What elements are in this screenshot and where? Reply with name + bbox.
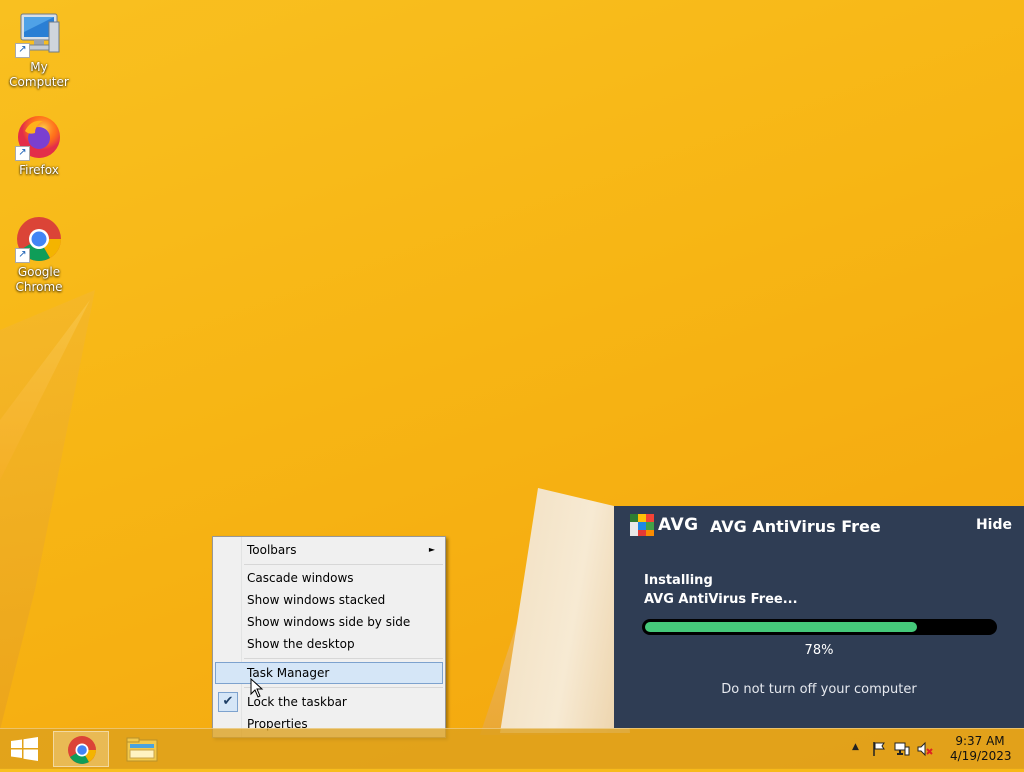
menu-item-label: Cascade windows (247, 571, 354, 585)
desktop-icon-label: Firefox (19, 163, 59, 177)
taskbar-chrome-button[interactable] (53, 731, 109, 767)
avg-logo-text: AVG (658, 515, 699, 535)
system-tray: ▲ 9:37 AM 4/19/2023 (844, 729, 1024, 769)
start-button[interactable] (0, 731, 56, 767)
chrome-icon: ↗ (15, 215, 63, 263)
menu-item-label: Toolbars (247, 543, 297, 557)
menu-separator (244, 658, 443, 659)
taskbar-context-menu: Toolbars ► Cascade windows Show windows … (212, 536, 446, 738)
clock[interactable]: 9:37 AM 4/19/2023 (950, 734, 1012, 764)
menu-item-cascade-windows[interactable]: Cascade windows (215, 567, 443, 589)
show-hidden-icons-button[interactable]: ▲ (852, 742, 859, 752)
shortcut-arrow-icon: ↗ (15, 146, 30, 161)
firefox-icon: ↗ (15, 113, 63, 161)
progress-percent: 78% (804, 643, 834, 658)
install-status: Installing (644, 573, 713, 588)
avg-logo: AVG (630, 514, 699, 536)
clock-time: 9:37 AM (955, 734, 1005, 748)
desktop-icon-label: My Computer (9, 60, 69, 89)
action-center-flag-icon[interactable] (871, 741, 887, 761)
taskbar-file-explorer-button[interactable] (114, 731, 170, 767)
taskbar: ▲ 9:37 AM 4/19/2023 (0, 728, 1024, 769)
menu-separator (244, 687, 443, 688)
avg-install-panel: AVG AVG AntiVirus Free Hide Installing A… (614, 506, 1024, 728)
menu-item-label: Show windows stacked (247, 593, 386, 607)
menu-item-toolbars[interactable]: Toolbars ► (215, 539, 443, 561)
desktop-icon-firefox[interactable]: ↗ Firefox (1, 113, 77, 178)
menu-item-label: Show the desktop (247, 637, 355, 651)
mouse-pointer-icon (250, 677, 264, 702)
file-explorer-icon (126, 737, 158, 762)
hide-button[interactable]: Hide (976, 517, 1012, 533)
chrome-icon (68, 736, 96, 764)
menu-item-show-windows-side-by-side[interactable]: Show windows side by side (215, 611, 443, 633)
menu-item-show-windows-stacked[interactable]: Show windows stacked (215, 589, 443, 611)
install-product: AVG AntiVirus Free... (644, 592, 798, 607)
computer-icon: ↗ (15, 10, 63, 58)
avg-title: AVG AntiVirus Free (710, 517, 881, 536)
submenu-arrow-icon: ► (428, 545, 435, 554)
volume-muted-icon[interactable] (917, 741, 933, 761)
desktop-icon-label: Google Chrome (15, 265, 63, 294)
install-warning: Do not turn off your computer (721, 682, 917, 697)
windows-logo-icon (11, 737, 38, 761)
shortcut-arrow-icon: ↗ (15, 248, 30, 263)
menu-item-label: Show windows side by side (247, 615, 411, 629)
menu-separator (244, 564, 443, 565)
checkmark-icon: ✔ (218, 692, 238, 712)
install-progress-bar (642, 619, 997, 635)
avg-logo-icon (630, 514, 654, 536)
install-progress-fill (645, 622, 917, 632)
desktop-icon-my-computer[interactable]: ↗ My Computer (1, 10, 77, 90)
network-icon[interactable] (894, 741, 910, 761)
desktop-icon-chrome[interactable]: ↗ Google Chrome (1, 215, 77, 295)
menu-item-show-the-desktop[interactable]: Show the desktop (215, 633, 443, 655)
clock-date: 4/19/2023 (950, 749, 1012, 763)
shortcut-arrow-icon: ↗ (15, 43, 30, 58)
